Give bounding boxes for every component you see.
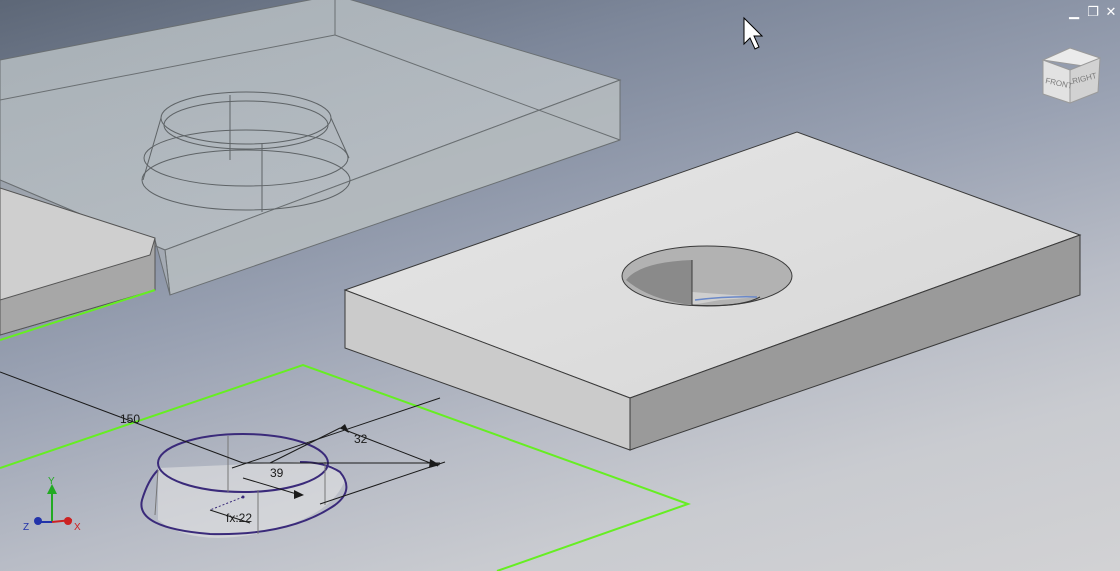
view-cube[interactable]: FRONT RIGHT bbox=[1041, 47, 1101, 104]
close-button[interactable]: ✕ bbox=[1103, 4, 1119, 20]
triad-y-label: Y bbox=[48, 476, 55, 487]
triad-x-label: X bbox=[74, 522, 81, 533]
mouse-cursor-icon bbox=[743, 16, 764, 50]
coordinate-triad: Y X Z bbox=[23, 476, 81, 533]
dimension-150[interactable]: 150 bbox=[120, 412, 140, 426]
minimize-button[interactable]: ▁ bbox=[1066, 4, 1082, 20]
dimension-fx-22[interactable]: fx:22 bbox=[226, 511, 252, 525]
graphics-viewport[interactable]: 150 32 39 fx:22 FRONT RIGHT Y X Z bbox=[0, 0, 1120, 571]
dimension-32[interactable]: 32 bbox=[354, 432, 368, 446]
triad-z-label: Z bbox=[23, 522, 29, 533]
through-hole[interactable] bbox=[621, 245, 793, 307]
dimension-39[interactable]: 39 bbox=[270, 466, 284, 480]
restore-button[interactable]: ❐ bbox=[1085, 4, 1101, 20]
